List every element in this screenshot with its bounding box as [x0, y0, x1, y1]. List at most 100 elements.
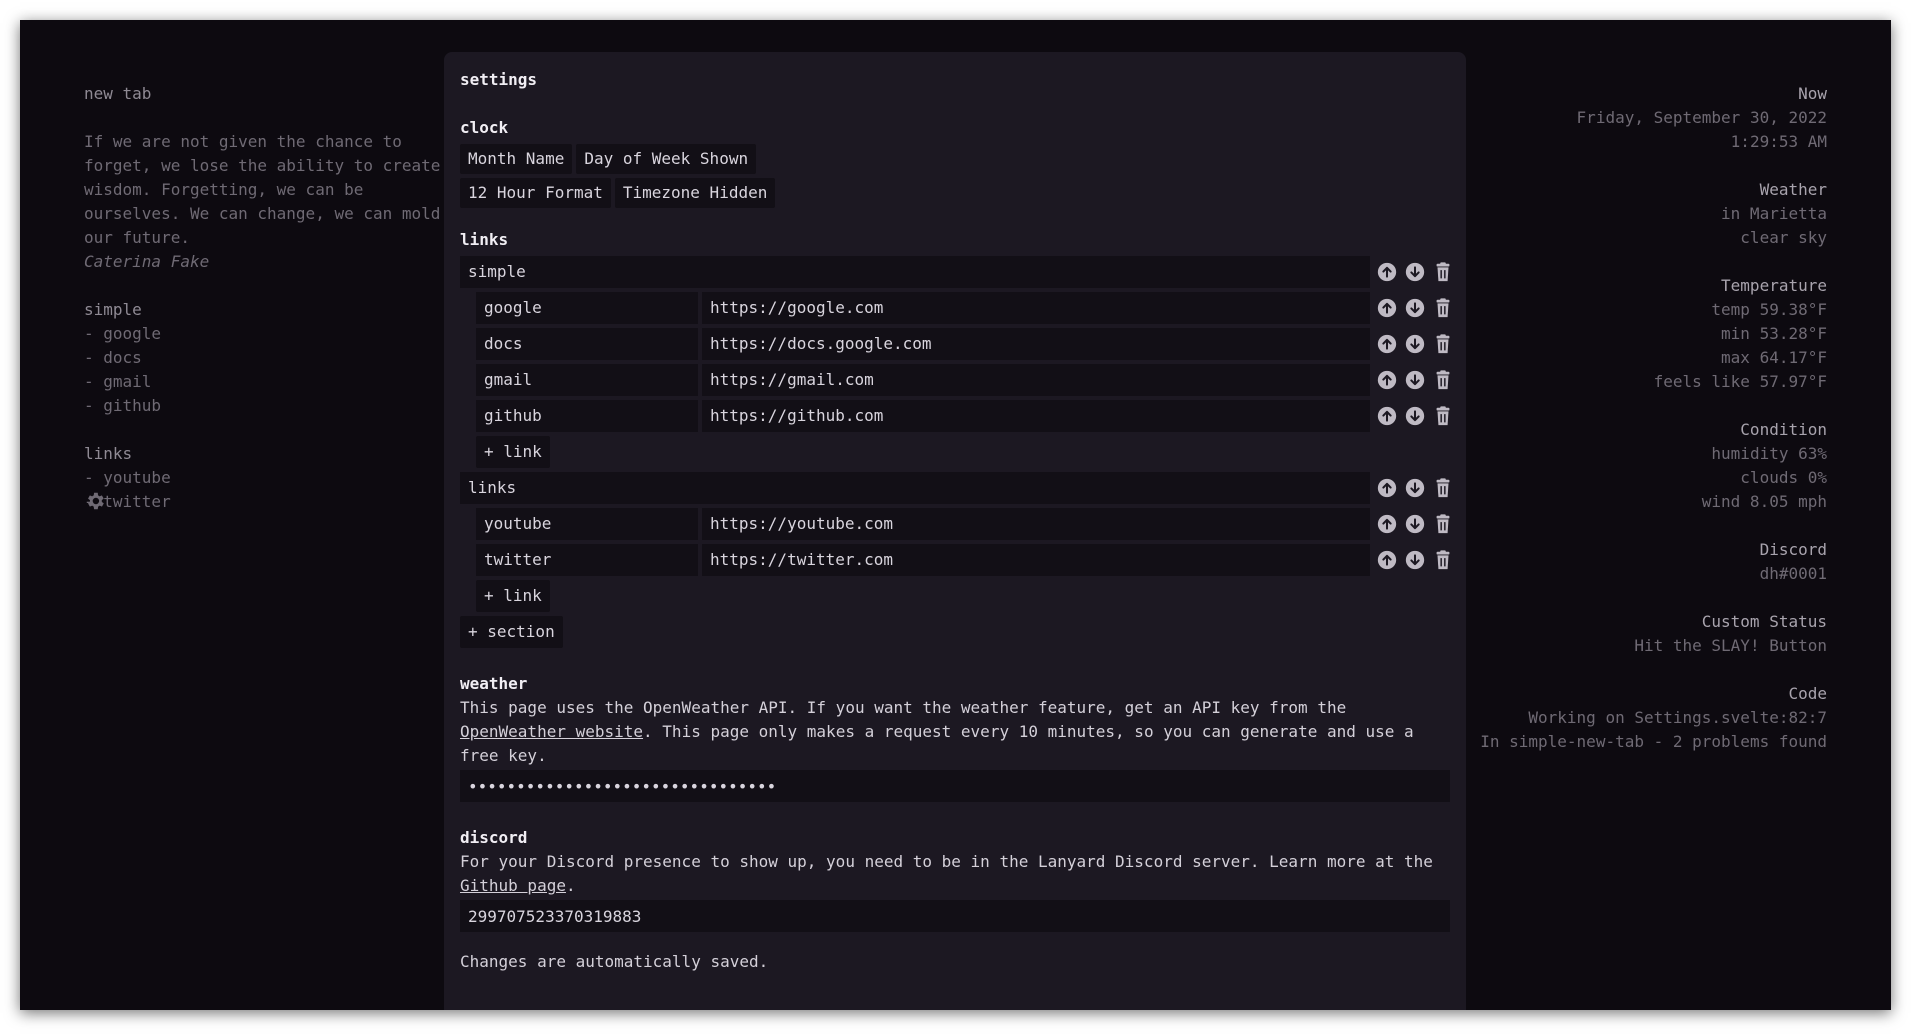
link-url-input[interactable]: https://gmail.com: [702, 364, 1370, 396]
add-section-button[interactable]: + section: [460, 616, 563, 648]
section-title: simple: [84, 300, 142, 319]
link-url-input[interactable]: https://docs.google.com: [702, 328, 1370, 360]
clock-heading: clock: [460, 118, 509, 137]
app-window: new tab If we are not given the chance t…: [20, 20, 1891, 1010]
info-line: temp 59.38°F: [1711, 300, 1827, 319]
info-group: Temperature temp 59.38°F min 53.28°F max 64…: [1407, 274, 1827, 394]
trash-icon[interactable]: [1432, 477, 1454, 499]
section-link[interactable]: - github: [84, 394, 464, 418]
link-label-input[interactable]: gmail: [476, 364, 698, 396]
arrow-up-circle-icon[interactable]: [1376, 261, 1398, 283]
info-line: clouds 0%: [1740, 468, 1827, 487]
settings-modal: settings clock Month Name Day of Week Sho…: [444, 52, 1466, 1010]
info-group: Now Friday, September 30, 2022 1:29:53 AM: [1407, 82, 1827, 154]
info-line: humidity 63%: [1711, 444, 1827, 463]
background-right-column: Now Friday, September 30, 2022 1:29:53 AM W…: [1407, 82, 1827, 778]
discord-user-id-input[interactable]: [460, 900, 1450, 932]
arrow-down-circle-icon[interactable]: [1404, 477, 1426, 499]
link-url-input[interactable]: https://google.com: [702, 292, 1370, 324]
info-heading: Weather: [1759, 180, 1827, 199]
info-heading: Temperature: [1721, 276, 1827, 295]
arrow-down-circle-icon[interactable]: [1404, 297, 1426, 319]
link-label-input[interactable]: google: [476, 292, 698, 324]
clock-option-toggle[interactable]: Month Name: [460, 144, 573, 174]
info-group: Discord dh#0001: [1407, 538, 1827, 586]
info-line: 1:29:53 AM: [1730, 132, 1827, 151]
clock-options-row: Month Name Day of Week Shown: [460, 144, 1450, 174]
info-heading: Code: [1788, 684, 1827, 703]
settings-title: settings: [460, 70, 538, 89]
section-link[interactable]: - twitter: [84, 490, 464, 514]
openweather-link[interactable]: OpenWeather website: [460, 722, 643, 741]
info-group: Weather in Marietta clear sky: [1407, 178, 1827, 250]
arrow-down-circle-icon[interactable]: [1404, 513, 1426, 535]
arrow-down-circle-icon[interactable]: [1404, 405, 1426, 427]
trash-icon[interactable]: [1432, 513, 1454, 535]
link-row: youtube https://youtube.com: [460, 508, 1450, 540]
link-row: docs https://docs.google.com: [460, 328, 1450, 360]
github-page-link[interactable]: Github page: [460, 876, 566, 895]
section-link[interactable]: - docs: [84, 346, 464, 370]
link-label-input[interactable]: docs: [476, 328, 698, 360]
discord-heading: discord: [460, 828, 528, 847]
discord-text: For your Discord presence to show up, yo…: [460, 852, 1433, 871]
arrow-down-circle-icon[interactable]: [1404, 549, 1426, 571]
link-sections: simple - google - docs - gmail - github links…: [84, 298, 464, 514]
section-row: links: [460, 472, 1450, 504]
arrow-up-circle-icon[interactable]: [1376, 513, 1398, 535]
info-line: Working on Settings.svelte:82:7: [1528, 708, 1827, 727]
arrow-up-circle-icon[interactable]: [1376, 333, 1398, 355]
section-name-input[interactable]: links: [460, 472, 1370, 504]
discord-description: For your Discord presence to show up, yo…: [460, 850, 1450, 898]
section-name-input[interactable]: simple: [460, 256, 1370, 288]
row-controls: [1376, 549, 1454, 571]
link-row: github https://github.com: [460, 400, 1450, 432]
link-label-input[interactable]: github: [476, 400, 698, 432]
link-label-input[interactable]: youtube: [476, 508, 698, 540]
arrow-up-circle-icon[interactable]: [1376, 369, 1398, 391]
trash-icon[interactable]: [1432, 405, 1454, 427]
link-row: gmail https://gmail.com: [460, 364, 1450, 396]
section-link[interactable]: - gmail: [84, 370, 464, 394]
clock-option-toggle[interactable]: 12 Hour Format: [460, 178, 611, 208]
info-heading: Now: [1798, 84, 1827, 103]
discord-text: .: [565, 876, 576, 895]
arrow-down-circle-icon[interactable]: [1404, 333, 1426, 355]
link-url-input[interactable]: https://twitter.com: [702, 544, 1370, 576]
background-left-column: new tab If we are not given the chance t…: [84, 82, 464, 514]
link-url-input[interactable]: https://youtube.com: [702, 508, 1370, 540]
link-row: google https://google.com: [460, 292, 1450, 324]
arrow-down-circle-icon[interactable]: [1404, 261, 1426, 283]
arrow-up-circle-icon[interactable]: [1376, 405, 1398, 427]
weather-api-key-input[interactable]: [460, 770, 1450, 802]
add-link-button[interactable]: + link: [476, 436, 550, 468]
arrow-down-circle-icon[interactable]: [1404, 369, 1426, 391]
trash-icon[interactable]: [1432, 369, 1454, 391]
link-url-input[interactable]: https://github.com: [702, 400, 1370, 432]
row-controls: [1376, 477, 1454, 499]
row-controls: [1376, 513, 1454, 535]
info-line: Friday, September 30, 2022: [1576, 108, 1827, 127]
info-line: In simple-new-tab - 2 problems found: [1480, 732, 1827, 751]
trash-icon[interactable]: [1432, 549, 1454, 571]
add-link-row: + link: [476, 436, 1450, 468]
link-label-input[interactable]: twitter: [476, 544, 698, 576]
info-line: wind 8.05 mph: [1701, 492, 1827, 511]
row-controls: [1376, 261, 1454, 283]
info-heading: Condition: [1740, 420, 1827, 439]
section-link[interactable]: - youtube: [84, 466, 464, 490]
gear-icon[interactable]: [84, 490, 106, 512]
clock-option-toggle[interactable]: Day of Week Shown: [576, 144, 757, 174]
autosave-notice: Changes are automatically saved.: [460, 952, 769, 971]
arrow-up-circle-icon[interactable]: [1376, 549, 1398, 571]
arrow-up-circle-icon[interactable]: [1376, 477, 1398, 499]
arrow-up-circle-icon[interactable]: [1376, 297, 1398, 319]
trash-icon[interactable]: [1432, 261, 1454, 283]
info-heading: Custom Status: [1701, 612, 1827, 631]
add-link-button[interactable]: + link: [476, 580, 550, 612]
trash-icon[interactable]: [1432, 297, 1454, 319]
clock-option-toggle[interactable]: Timezone Hidden: [614, 178, 776, 208]
section-link[interactable]: - google: [84, 322, 464, 346]
trash-icon[interactable]: [1432, 333, 1454, 355]
info-group: Custom Status Hit the SLAY! Button: [1407, 610, 1827, 658]
